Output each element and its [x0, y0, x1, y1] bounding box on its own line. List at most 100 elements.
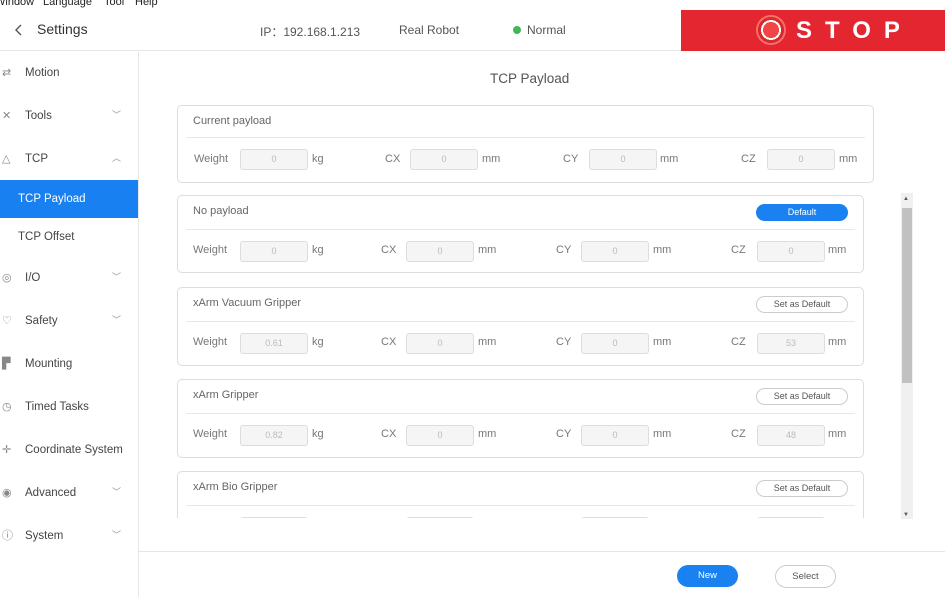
cz-label: CZ [741, 153, 756, 165]
sidebar-item-motion[interactable]: ⇄ Motion [0, 54, 138, 92]
cy-input[interactable]: 0 [581, 241, 649, 262]
sidebar-item-label: Timed Tasks [25, 401, 89, 413]
chevron-down-icon: ﹀ [112, 530, 122, 540]
new-button[interactable]: New [677, 565, 738, 587]
payload-card[interactable]: xArm Bio Gripper Set as Default [177, 471, 864, 518]
weight-input[interactable] [240, 517, 308, 518]
cx-unit: mm [478, 336, 497, 348]
sidebar-item-tcp[interactable]: △ TCP ︿ [0, 140, 138, 178]
cy-input[interactable]: 0 [581, 333, 649, 354]
cz-input[interactable]: 48 [757, 425, 825, 446]
weight-input[interactable]: 0 [240, 149, 308, 170]
emergency-stop-button[interactable]: STOP [681, 10, 945, 51]
menu-language[interactable]: Language [43, 0, 92, 8]
select-button[interactable]: Select [775, 565, 836, 588]
set-as-default-button[interactable]: Set as Default [756, 480, 848, 497]
divider [186, 229, 855, 230]
sidebar-item-tcp-offset[interactable]: TCP Offset [0, 218, 138, 256]
sidebar-item-label: Tools [25, 110, 52, 122]
default-button[interactable]: Default [756, 204, 848, 221]
robot-mode: Real Robot [399, 23, 460, 37]
card-title: xArm Vacuum Gripper [193, 297, 301, 309]
cx-input[interactable] [406, 517, 474, 518]
menu-tool[interactable]: Tool [104, 0, 124, 8]
weight-input[interactable]: 0.82 [240, 425, 308, 446]
vertical-scrollbar[interactable]: ▲ ▼ [901, 193, 913, 519]
chevron-down-icon: ﹀ [112, 487, 122, 497]
cx-input[interactable]: 0 [410, 149, 478, 170]
cz-input[interactable]: 53 [757, 333, 825, 354]
set-as-default-button[interactable]: Set as Default [756, 388, 848, 405]
weight-input[interactable]: 0.61 [240, 333, 308, 354]
card-title: xArm Bio Gripper [193, 481, 278, 493]
cx-label: CX [381, 244, 397, 256]
cy-label: CY [556, 428, 572, 440]
cx-label: CX [381, 428, 397, 440]
scroll-thumb[interactable] [902, 208, 912, 383]
chevron-down-icon: ﹀ [112, 272, 122, 282]
back-icon[interactable] [13, 22, 25, 38]
mounting-icon: ▛ [2, 358, 11, 370]
current-payload-card: Current payload Weight 0 kg CX 0 mm CY 0… [177, 105, 874, 183]
scroll-down-icon[interactable]: ▼ [903, 512, 909, 518]
cx-label: CX [381, 336, 397, 348]
info-icon: ⓘ [2, 530, 13, 542]
sidebar-item-label: System [25, 530, 64, 542]
weight-unit: kg [312, 244, 324, 256]
stop-icon [756, 15, 786, 45]
weight-input[interactable]: 0 [240, 241, 308, 262]
set-as-default-button[interactable]: Set as Default [756, 296, 848, 313]
card-title: xArm Gripper [193, 389, 259, 401]
cy-input[interactable] [581, 517, 649, 518]
sidebar-item-tools[interactable]: ✕ Tools ﹀ [0, 97, 138, 135]
payload-card[interactable]: No payload Default Weight 0 kg CX 0 mm C… [177, 195, 864, 273]
sidebar-item-label: Safety [25, 315, 58, 327]
cx-input[interactable]: 0 [406, 241, 474, 262]
sidebar-item-label: TCP Offset [18, 231, 75, 243]
payload-list[interactable]: No payload Default Weight 0 kg CX 0 mm C… [170, 190, 882, 518]
divider [186, 505, 855, 506]
cz-label: CZ [731, 336, 746, 348]
sidebar-item-system[interactable]: ⓘ System ﹀ [0, 517, 138, 555]
sidebar-item-io[interactable]: ◎ I/O ﹀ [0, 259, 138, 297]
weight-unit: kg [312, 428, 324, 440]
cz-unit: mm [839, 153, 858, 165]
chevron-down-icon: ﹀ [112, 110, 122, 120]
cz-unit: mm [828, 244, 847, 256]
status-dot-icon [513, 26, 521, 34]
menu-help[interactable]: Help [135, 0, 158, 8]
sidebar-item-label: Mounting [25, 358, 73, 370]
cy-unit: mm [660, 153, 679, 165]
sidebar-item-coordinate-system[interactable]: ✛ Coordinate System [0, 431, 138, 469]
payload-card[interactable]: xArm Gripper Set as Default Weight 0.82 … [177, 379, 864, 458]
weight-unit: kg [312, 153, 324, 165]
advanced-icon: ◉ [2, 487, 12, 499]
payload-card[interactable]: xArm Vacuum Gripper Set as Default Weigh… [177, 287, 864, 366]
tools-icon: ✕ [2, 110, 12, 122]
coordinate-icon: ✛ [2, 444, 12, 456]
cz-input[interactable]: 0 [757, 241, 825, 262]
cz-input[interactable]: 0 [767, 149, 835, 170]
cx-input[interactable]: 0 [406, 333, 474, 354]
weight-unit: kg [312, 336, 324, 348]
cy-input[interactable]: 0 [589, 149, 657, 170]
sidebar-item-safety[interactable]: ♡ Safety ﹀ [0, 302, 138, 340]
stop-label: STOP [796, 17, 913, 44]
motion-icon: ⇄ [2, 67, 12, 79]
sidebar-item-tcp-payload[interactable]: TCP Payload [0, 180, 138, 218]
cz-input[interactable] [757, 517, 825, 518]
cy-label: CY [556, 336, 572, 348]
clock-icon: ◷ [2, 401, 12, 413]
cx-unit: mm [478, 244, 497, 256]
cx-input[interactable]: 0 [406, 425, 474, 446]
cy-input[interactable]: 0 [581, 425, 649, 446]
card-title: No payload [193, 205, 249, 217]
sidebar-item-timed-tasks[interactable]: ◷ Timed Tasks [0, 388, 138, 426]
sidebar-item-mounting[interactable]: ▛ Mounting [0, 345, 138, 383]
menu-window[interactable]: Window [0, 0, 34, 8]
scroll-up-icon[interactable]: ▲ [903, 196, 909, 202]
sidebar-item-advanced[interactable]: ◉ Advanced ﹀ [0, 474, 138, 512]
sidebar: ⇄ Motion ✕ Tools ﹀ △ TCP ︿ TCP Payload T… [0, 52, 139, 597]
cy-unit: mm [653, 428, 672, 440]
cz-unit: mm [828, 336, 847, 348]
